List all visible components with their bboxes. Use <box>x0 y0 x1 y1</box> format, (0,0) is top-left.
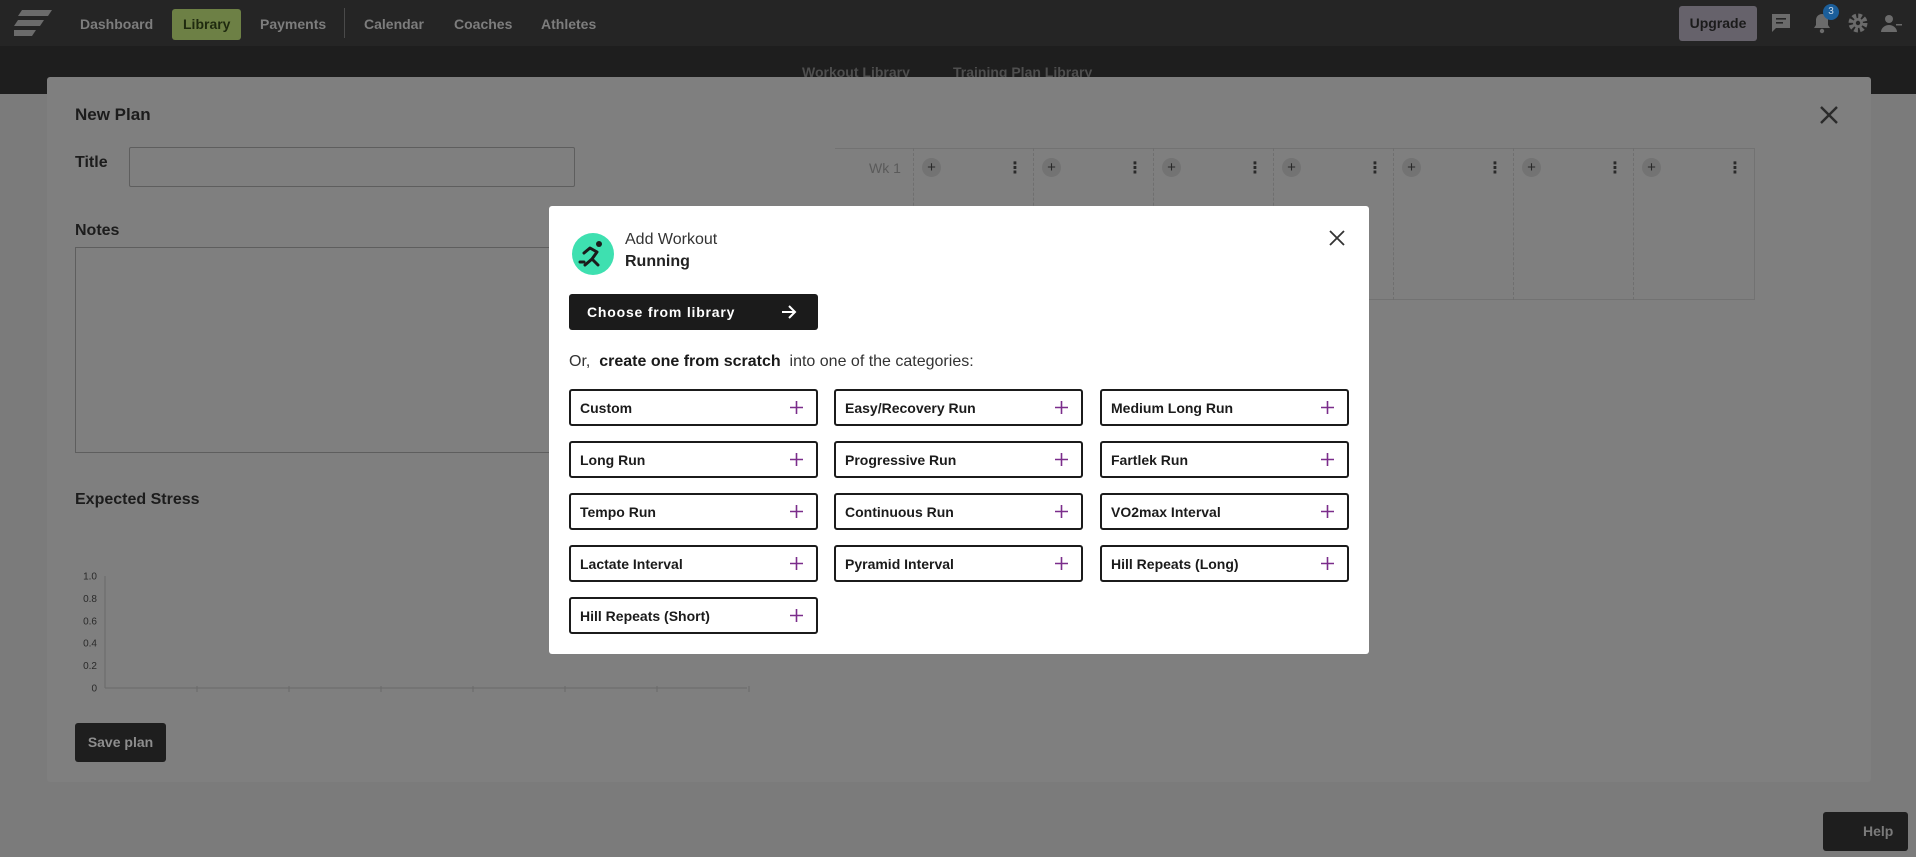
plan-heading: New Plan <box>75 105 151 124</box>
category-lactate-interval-button[interactable]: Lactate Interval <box>569 545 818 582</box>
plus-icon <box>1321 557 1334 570</box>
category-hill-repeats-short-button[interactable]: Hill Repeats (Short) <box>569 597 818 634</box>
plus-icon <box>1055 453 1068 466</box>
add-day-workout-icon[interactable]: + <box>1402 158 1421 177</box>
y-tick-label: 1.0 <box>83 572 97 583</box>
user-icon[interactable] <box>1879 11 1903 35</box>
add-day-workout-icon[interactable]: + <box>1522 158 1541 177</box>
category-custom-button[interactable]: Custom <box>569 389 818 426</box>
day-column: + ⋮ <box>1513 148 1633 300</box>
gear-icon[interactable] <box>1846 11 1870 35</box>
category-label: Custom <box>580 400 633 416</box>
day-column: + ⋮ <box>1393 148 1513 300</box>
expected-stress-label: Expected Stress <box>75 491 200 508</box>
create-from-scratch-text: Or, create one from scratch into one of … <box>569 353 974 371</box>
y-tick-label: 0.2 <box>83 661 97 672</box>
running-icon <box>572 233 614 275</box>
nav-calendar[interactable]: Calendar <box>353 9 435 40</box>
plan-title-input[interactable] <box>129 147 575 187</box>
week-label: Wk 1 <box>869 160 901 176</box>
plus-icon <box>1055 505 1068 518</box>
or-suffix: into one of the categories: <box>789 353 974 370</box>
y-tick-label: 0.8 <box>83 594 97 605</box>
plan-notes-textarea[interactable] <box>75 247 575 453</box>
plus-icon <box>1321 453 1334 466</box>
category-label: Pyramid Interval <box>845 556 954 572</box>
modal-title: Add Workout <box>625 231 718 248</box>
plus-icon <box>790 401 803 414</box>
day-menu-icon[interactable]: ⋮ <box>1367 158 1383 178</box>
category-vo2max-interval-button[interactable]: VO2max Interval <box>1100 493 1349 530</box>
modal-close-icon[interactable] <box>1328 229 1346 247</box>
nav-coaches[interactable]: Coaches <box>443 9 523 40</box>
notes-label: Notes <box>75 222 120 239</box>
plus-icon <box>1055 557 1068 570</box>
category-label: Continuous Run <box>845 504 954 520</box>
category-pyramid-interval-button[interactable]: Pyramid Interval <box>834 545 1083 582</box>
y-tick-label: 0.4 <box>83 639 97 650</box>
nav-payments[interactable]: Payments <box>249 9 337 40</box>
arrow-right-icon <box>782 305 797 319</box>
category-progressive-run-button[interactable]: Progressive Run <box>834 441 1083 478</box>
plus-icon <box>1055 401 1068 414</box>
plus-icon <box>1321 505 1334 518</box>
chat-icon[interactable] <box>1769 11 1793 35</box>
plus-icon <box>790 609 803 622</box>
save-plan-button[interactable]: Save plan <box>75 723 166 762</box>
y-tick-label: 0.6 <box>83 616 97 627</box>
modal-sport: Running <box>625 253 690 270</box>
day-menu-icon[interactable]: ⋮ <box>1127 158 1143 178</box>
plus-icon <box>790 505 803 518</box>
category-label: Hill Repeats (Long) <box>1111 556 1239 572</box>
add-day-workout-icon[interactable]: + <box>922 158 941 177</box>
day-column: + ⋮ <box>1633 148 1753 300</box>
category-easy-recovery-run-button[interactable]: Easy/Recovery Run <box>834 389 1083 426</box>
category-label: Fartlek Run <box>1111 452 1189 468</box>
category-hill-repeats-long-button[interactable]: Hill Repeats (Long) <box>1100 545 1349 582</box>
upgrade-button[interactable]: Upgrade <box>1679 6 1757 41</box>
category-label: Tempo Run <box>580 504 656 520</box>
day-menu-icon[interactable]: ⋮ <box>1487 158 1503 178</box>
plus-icon <box>1321 401 1334 414</box>
nav-divider <box>344 8 345 38</box>
category-medium-long-run-button[interactable]: Medium Long Run <box>1100 389 1349 426</box>
category-fartlek-run-button[interactable]: Fartlek Run <box>1100 441 1349 478</box>
category-label: VO2max Interval <box>1111 504 1221 520</box>
top-navigation: Dashboard Library Payments Calendar Coac… <box>0 0 1916 46</box>
or-prefix: Or, <box>569 353 591 370</box>
nav-library[interactable]: Library <box>172 9 242 40</box>
close-icon[interactable] <box>1818 104 1840 126</box>
category-label: Progressive Run <box>845 452 957 468</box>
plus-icon <box>790 557 803 570</box>
category-label: Medium Long Run <box>1111 400 1234 416</box>
help-button[interactable]: Help <box>1823 812 1908 851</box>
add-day-workout-icon[interactable]: + <box>1042 158 1061 177</box>
category-label: Lactate Interval <box>580 556 683 572</box>
nav-dashboard[interactable]: Dashboard <box>69 9 164 40</box>
notification-badge: 3 <box>1823 4 1839 20</box>
category-label: Long Run <box>580 452 646 468</box>
add-day-workout-icon[interactable]: + <box>1162 158 1181 177</box>
title-label: Title <box>75 154 108 171</box>
category-tempo-run-button[interactable]: Tempo Run <box>569 493 818 530</box>
y-tick-label: 0 <box>91 684 97 695</box>
category-continuous-run-button[interactable]: Continuous Run <box>834 493 1083 530</box>
plus-icon <box>790 453 803 466</box>
category-label: Hill Repeats (Short) <box>580 608 710 624</box>
day-menu-icon[interactable]: ⋮ <box>1607 158 1623 178</box>
category-label: Easy/Recovery Run <box>845 400 976 416</box>
or-bold: create one from scratch <box>599 353 781 370</box>
category-long-run-button[interactable]: Long Run <box>569 441 818 478</box>
add-day-workout-icon[interactable]: + <box>1282 158 1301 177</box>
add-workout-modal <box>549 206 1369 654</box>
nav-athletes[interactable]: Athletes <box>530 9 607 40</box>
day-menu-icon[interactable]: ⋮ <box>1247 158 1263 178</box>
day-menu-icon[interactable]: ⋮ <box>1007 158 1023 178</box>
app-logo-icon[interactable] <box>14 8 54 38</box>
day-menu-icon[interactable]: ⋮ <box>1727 158 1743 178</box>
add-day-workout-icon[interactable]: + <box>1642 158 1661 177</box>
